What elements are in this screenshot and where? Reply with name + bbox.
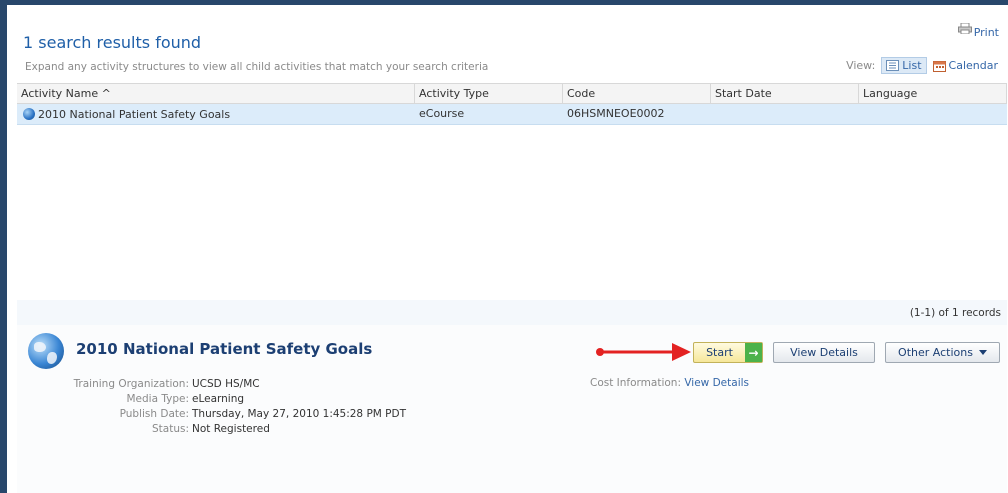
view-calendar-label[interactable]: Calendar <box>949 59 998 72</box>
info-label: Training Organization: <box>73 378 189 390</box>
view-calendar-button[interactable]: Calendar <box>932 59 998 72</box>
row-code: 06HSMNEOE0002 <box>567 107 665 120</box>
cost-view-details-link[interactable]: View Details <box>684 377 749 389</box>
row-activity-name-cell[interactable]: 2010 National Patient Safety Goals <box>17 104 415 124</box>
info-row-media-type: Media Type: eLearning <box>29 392 406 407</box>
annotation-arrow <box>596 343 691 361</box>
table-header: Activity Name ^ Activity Type Code Start… <box>17 83 1007 104</box>
info-row-training-organization: Training Organization: UCSD HS/MC <box>29 377 406 392</box>
info-label: Media Type: <box>126 393 189 405</box>
print-link[interactable]: Print <box>957 23 999 39</box>
start-button[interactable]: Start → <box>693 342 763 363</box>
view-switcher: View: List Calendar <box>846 57 998 74</box>
row-activity-type: eCourse <box>419 107 465 120</box>
info-row-publish-date: Publish Date: Thursday, May 27, 2010 1:4… <box>29 407 406 422</box>
info-value: UCSD HS/MC <box>192 378 260 390</box>
info-value: eLearning <box>192 393 245 405</box>
globe-icon <box>28 333 64 369</box>
frame-top-border <box>0 0 1008 5</box>
row-start-date <box>711 104 859 124</box>
results-title: 1 search results found <box>23 33 202 52</box>
record-count: (1-1) of 1 records <box>909 307 1001 319</box>
detail-info: Training Organization: UCSD HS/MC Media … <box>29 377 406 437</box>
view-details-label[interactable]: View Details <box>790 346 858 359</box>
arrow-right-icon: → <box>745 343 762 362</box>
other-actions-button[interactable]: Other Actions <box>885 342 1000 363</box>
view-list-label[interactable]: List <box>902 59 921 72</box>
view-details-button[interactable]: View Details <box>773 342 875 363</box>
globe-icon <box>23 108 35 120</box>
view-list-button[interactable]: List <box>881 57 927 74</box>
info-row-status: Status: Not Registered <box>29 422 406 437</box>
results-subtitle: Expand any activity structures to view a… <box>25 61 489 73</box>
detail-title: 2010 National Patient Safety Goals <box>76 340 373 358</box>
printer-icon <box>957 23 972 34</box>
column-header-start-date[interactable]: Start Date <box>711 84 859 103</box>
row-language <box>859 104 1007 124</box>
list-view-icon <box>886 60 900 71</box>
column-header-code[interactable]: Code <box>563 84 711 103</box>
caret-down-icon <box>978 350 987 355</box>
row-activity-name[interactable]: 2010 National Patient Safety Goals <box>38 108 230 121</box>
info-value: Thursday, May 27, 2010 1:45:28 PM PDT <box>192 408 407 420</box>
column-header-activity-name[interactable]: Activity Name ^ <box>17 84 415 103</box>
column-header-activity-type[interactable]: Activity Type <box>415 84 563 103</box>
cost-label: Cost Information: <box>590 377 681 389</box>
frame-left-border <box>0 0 7 493</box>
pager-bar: (1-1) of 1 records <box>17 300 1007 325</box>
info-label: Publish Date: <box>119 408 189 420</box>
info-value: Not Registered <box>192 423 270 435</box>
table-row[interactable]: 2010 National Patient Safety Goals eCour… <box>17 104 1007 125</box>
view-label: View: <box>846 59 876 72</box>
other-actions-label[interactable]: Other Actions <box>898 346 973 359</box>
info-label: Status: <box>152 423 189 435</box>
print-label[interactable]: Print <box>974 26 999 39</box>
calendar-icon <box>932 60 946 72</box>
cost-information: Cost Information: View Details <box>590 377 749 389</box>
start-button-label[interactable]: Start <box>694 346 745 359</box>
results-table: Activity Name ^ Activity Type Code Start… <box>17 83 1007 125</box>
column-header-language[interactable]: Language <box>859 84 1007 103</box>
